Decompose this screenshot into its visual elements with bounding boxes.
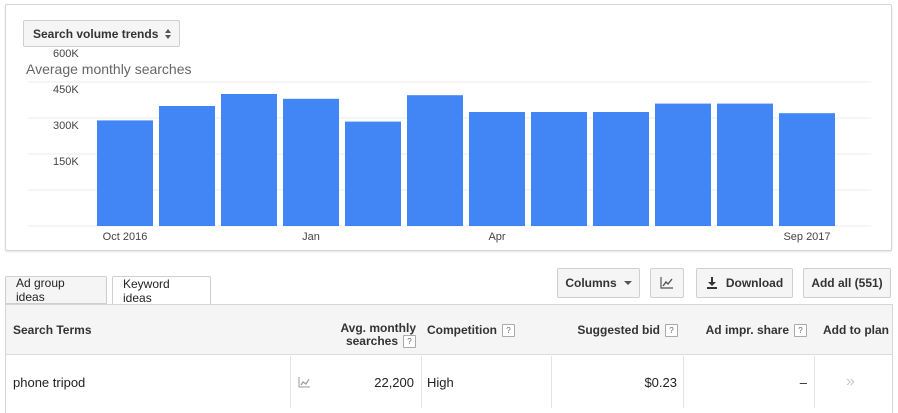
help-icon[interactable]: ? xyxy=(665,323,678,337)
columns-button[interactable]: Columns xyxy=(557,268,640,298)
header-label: Competition xyxy=(427,323,497,337)
tab-ad-group-ideas[interactable]: Ad group ideas xyxy=(5,276,107,304)
header-label: searches xyxy=(345,334,398,348)
y-tick-label: 150K xyxy=(53,156,79,168)
bar-feb-2017 xyxy=(345,121,401,226)
download-button[interactable]: Download xyxy=(696,268,793,298)
bar-jan-2017 xyxy=(283,98,339,226)
header-label: Avg. monthly xyxy=(340,321,416,335)
header-suggested-bid[interactable]: Suggested bid ? xyxy=(566,305,678,355)
table-row: phone tripod 22,200 High $0.23 – » xyxy=(6,356,892,408)
avg-monthly-searches-value: 22,200 xyxy=(374,374,414,390)
bar-sep-2017 xyxy=(779,113,835,226)
chart-toggle-button[interactable] xyxy=(650,268,684,298)
keyword-term[interactable]: phone tripod xyxy=(13,356,85,408)
row-trend-icon[interactable] xyxy=(298,356,311,408)
header-competition[interactable]: Competition ? xyxy=(427,305,515,355)
keyword-ideas-table: Search Terms Avg. monthly searches ? Com… xyxy=(5,304,893,413)
add-all-label: Add all (551) xyxy=(811,276,883,290)
help-icon[interactable]: ? xyxy=(502,323,515,337)
download-icon xyxy=(706,277,717,289)
add-all-button[interactable]: Add all (551) xyxy=(803,268,891,298)
header-ad-impr-share[interactable]: Ad impr. share ? xyxy=(696,305,807,355)
y-tick-label: 450K xyxy=(53,84,79,96)
add-to-plan-button[interactable]: » xyxy=(846,356,855,408)
x-tick-label: Sep 2017 xyxy=(783,231,830,243)
caret-down-icon xyxy=(623,281,632,285)
download-label: Download xyxy=(725,276,784,290)
bar-apr-2017 xyxy=(469,112,525,226)
header-label: Add to plan xyxy=(823,323,889,337)
suggested-bid-value[interactable]: $0.23 xyxy=(566,356,677,408)
search-volume-panel: Search volume trends Average monthly sea… xyxy=(5,4,892,251)
y-tick-label: 600K xyxy=(53,48,79,60)
header-label: Search Terms xyxy=(13,323,92,337)
monthly-searches-chart: 150K 300K 450K 600K Oct 2016 Jan Apr Sep 2017 xyxy=(28,48,871,243)
tab-label: Keyword ideas xyxy=(123,276,170,305)
header-avg-monthly-line1[interactable]: Avg. monthly xyxy=(332,321,416,335)
header-search-terms[interactable]: Search Terms xyxy=(13,305,92,355)
bar-jul-2017 xyxy=(655,103,711,226)
x-tick-label: Oct 2016 xyxy=(103,231,148,243)
bar-oct-2016 xyxy=(97,120,153,226)
bar-mar-2017 xyxy=(407,95,463,226)
help-icon[interactable]: ? xyxy=(794,323,807,337)
bar-may-2017 xyxy=(531,112,587,226)
header-label: Suggested bid xyxy=(577,323,660,337)
bar-dec-2016 xyxy=(221,94,277,226)
x-tick-label: Apr xyxy=(488,231,505,243)
columns-label: Columns xyxy=(565,276,617,290)
bar-jun-2017 xyxy=(593,112,649,226)
bar-nov-2016 xyxy=(159,106,215,226)
header-label: Ad impr. share xyxy=(705,323,789,337)
header-add-to-plan: Add to plan xyxy=(823,305,889,355)
bar-aug-2017 xyxy=(717,103,773,226)
line-chart-icon xyxy=(298,376,310,387)
x-tick-label: Jan xyxy=(302,231,320,243)
tab-label: Ad group ideas xyxy=(16,276,65,304)
competition-value: High xyxy=(427,374,454,390)
help-icon[interactable]: ? xyxy=(403,334,416,348)
ad-impr-share-value: – xyxy=(799,374,807,390)
y-tick-label: 300K xyxy=(53,120,79,132)
tab-keyword-ideas[interactable]: Keyword ideas xyxy=(112,276,211,305)
header-avg-monthly-line2[interactable]: searches ? xyxy=(332,334,416,348)
table-header: Search Terms Avg. monthly searches ? Com… xyxy=(6,305,892,355)
line-chart-icon xyxy=(660,277,673,289)
